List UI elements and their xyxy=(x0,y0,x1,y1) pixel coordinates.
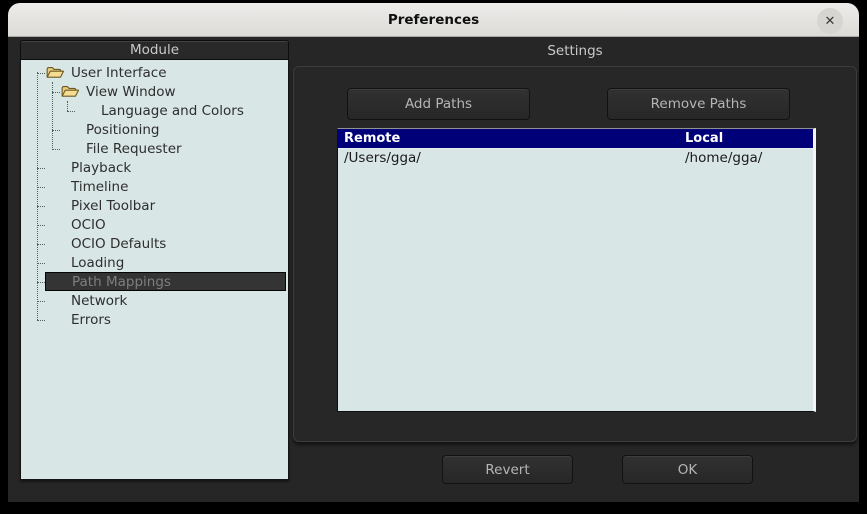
tree-item-body: OCIO Defaults xyxy=(45,234,166,253)
tree-item-view-window[interactable]: View Window xyxy=(21,82,288,101)
tree-item-label: Timeline xyxy=(71,178,129,195)
tree-item-label: User Interface xyxy=(71,64,167,81)
tree-item-network[interactable]: Network xyxy=(21,291,288,310)
tree-item-errors[interactable]: Errors xyxy=(21,310,288,329)
tree-connector-stub xyxy=(52,129,60,131)
tree-item-user-interface[interactable]: User Interface xyxy=(21,63,288,82)
tree-item-label: Network xyxy=(71,292,128,309)
tree-item-body: User Interface xyxy=(45,63,167,82)
column-header-local: Local xyxy=(685,131,724,146)
path-mapping-table[interactable]: Remote Local /Users/gga/ /home/gga/ xyxy=(337,128,816,412)
tree-item-timeline[interactable]: Timeline xyxy=(21,177,288,196)
tree-item-language-and-colors[interactable]: Language and Colors xyxy=(21,101,288,120)
tree-item-pixel-toolbar[interactable]: Pixel Toolbar xyxy=(21,196,288,215)
tree-connector-stub xyxy=(37,281,45,283)
tree-item-loading[interactable]: Loading xyxy=(21,253,288,272)
tree-item-body: Errors xyxy=(45,310,111,329)
tree-item-body: Timeline xyxy=(45,177,128,196)
tree-item-body: Network xyxy=(45,291,127,310)
tree-item-body: View Window xyxy=(60,82,176,101)
module-tree-panel[interactable]: User Interface View Window Language and Co… xyxy=(20,60,289,480)
tree-item-label: Language and Colors xyxy=(101,102,244,119)
open-folder-icon xyxy=(60,85,86,98)
tree-item-playback[interactable]: Playback xyxy=(21,158,288,177)
tree-connector-stub xyxy=(67,110,75,112)
module-panel-header: Module xyxy=(20,40,289,60)
tree-item-ocio-defaults[interactable]: OCIO Defaults xyxy=(21,234,288,253)
tree-connector-stub xyxy=(37,319,45,321)
tree-connector-stub xyxy=(37,300,45,302)
tree-item-label: Playback xyxy=(71,159,132,176)
tree-item-body: Path Mappings xyxy=(45,272,286,291)
tree-item-body: Pixel Toolbar xyxy=(45,196,155,215)
table-body: /Users/gga/ /home/gga/ xyxy=(338,149,813,167)
tree-item-ocio[interactable]: OCIO xyxy=(21,215,288,234)
add-paths-button[interactable]: Add Paths xyxy=(347,88,530,120)
tree-connector-stub xyxy=(37,72,45,74)
tree-item-label: Pixel Toolbar xyxy=(71,197,156,214)
tree-item-body: Positioning xyxy=(60,120,159,139)
preferences-window: Preferences ✕ Module User Interface View … xyxy=(8,3,859,502)
tree-connector-stub xyxy=(37,243,45,245)
tree-item-label: OCIO xyxy=(71,216,106,233)
title-bar[interactable]: Preferences ✕ xyxy=(8,3,859,37)
column-header-remote: Remote xyxy=(344,131,401,146)
tree-item-body: Loading xyxy=(45,253,124,272)
tree-connector-stub xyxy=(37,167,45,169)
settings-panel-header: Settings xyxy=(547,43,603,59)
open-folder-icon xyxy=(45,66,71,79)
tree-item-label: OCIO Defaults xyxy=(71,235,167,252)
tree-item-file-requester[interactable]: File Requester xyxy=(21,139,288,158)
table-header-row: Remote Local xyxy=(338,129,813,149)
tree-item-label: Errors xyxy=(71,311,111,328)
tree-item-positioning[interactable]: Positioning xyxy=(21,120,288,139)
tree-connector-stub xyxy=(52,148,60,150)
remove-paths-button[interactable]: Remove Paths xyxy=(607,88,790,120)
tree-connector-stub xyxy=(52,91,60,93)
tree-connector-stub xyxy=(37,224,45,226)
tree-connector-stub xyxy=(37,205,45,207)
tree-connector-stub xyxy=(37,262,45,264)
close-icon[interactable]: ✕ xyxy=(817,8,843,34)
tree-item-body: File Requester xyxy=(60,139,182,158)
tree-item-label: View Window xyxy=(86,83,176,100)
tree-item-path-mappings[interactable]: Path Mappings xyxy=(21,272,288,291)
tree-item-label: File Requester xyxy=(86,140,182,157)
tree-item-body: Playback xyxy=(45,158,131,177)
tree-item-label: Positioning xyxy=(86,121,160,138)
tree-item-body: OCIO xyxy=(45,215,106,234)
tree-item-body: Language and Colors xyxy=(75,101,244,120)
cell-local: /home/gga/ xyxy=(685,150,763,166)
table-row[interactable]: /Users/gga/ /home/gga/ xyxy=(338,149,813,167)
cell-remote: /Users/gga/ xyxy=(344,150,421,166)
tree-connector-stub xyxy=(37,186,45,188)
tree-item-label: Path Mappings xyxy=(72,273,171,290)
module-tree: User Interface View Window Language and Co… xyxy=(21,60,288,479)
revert-button[interactable]: Revert xyxy=(442,455,573,484)
tree-item-label: Loading xyxy=(71,254,125,271)
ok-button[interactable]: OK xyxy=(622,455,753,484)
window-title: Preferences xyxy=(387,11,480,28)
